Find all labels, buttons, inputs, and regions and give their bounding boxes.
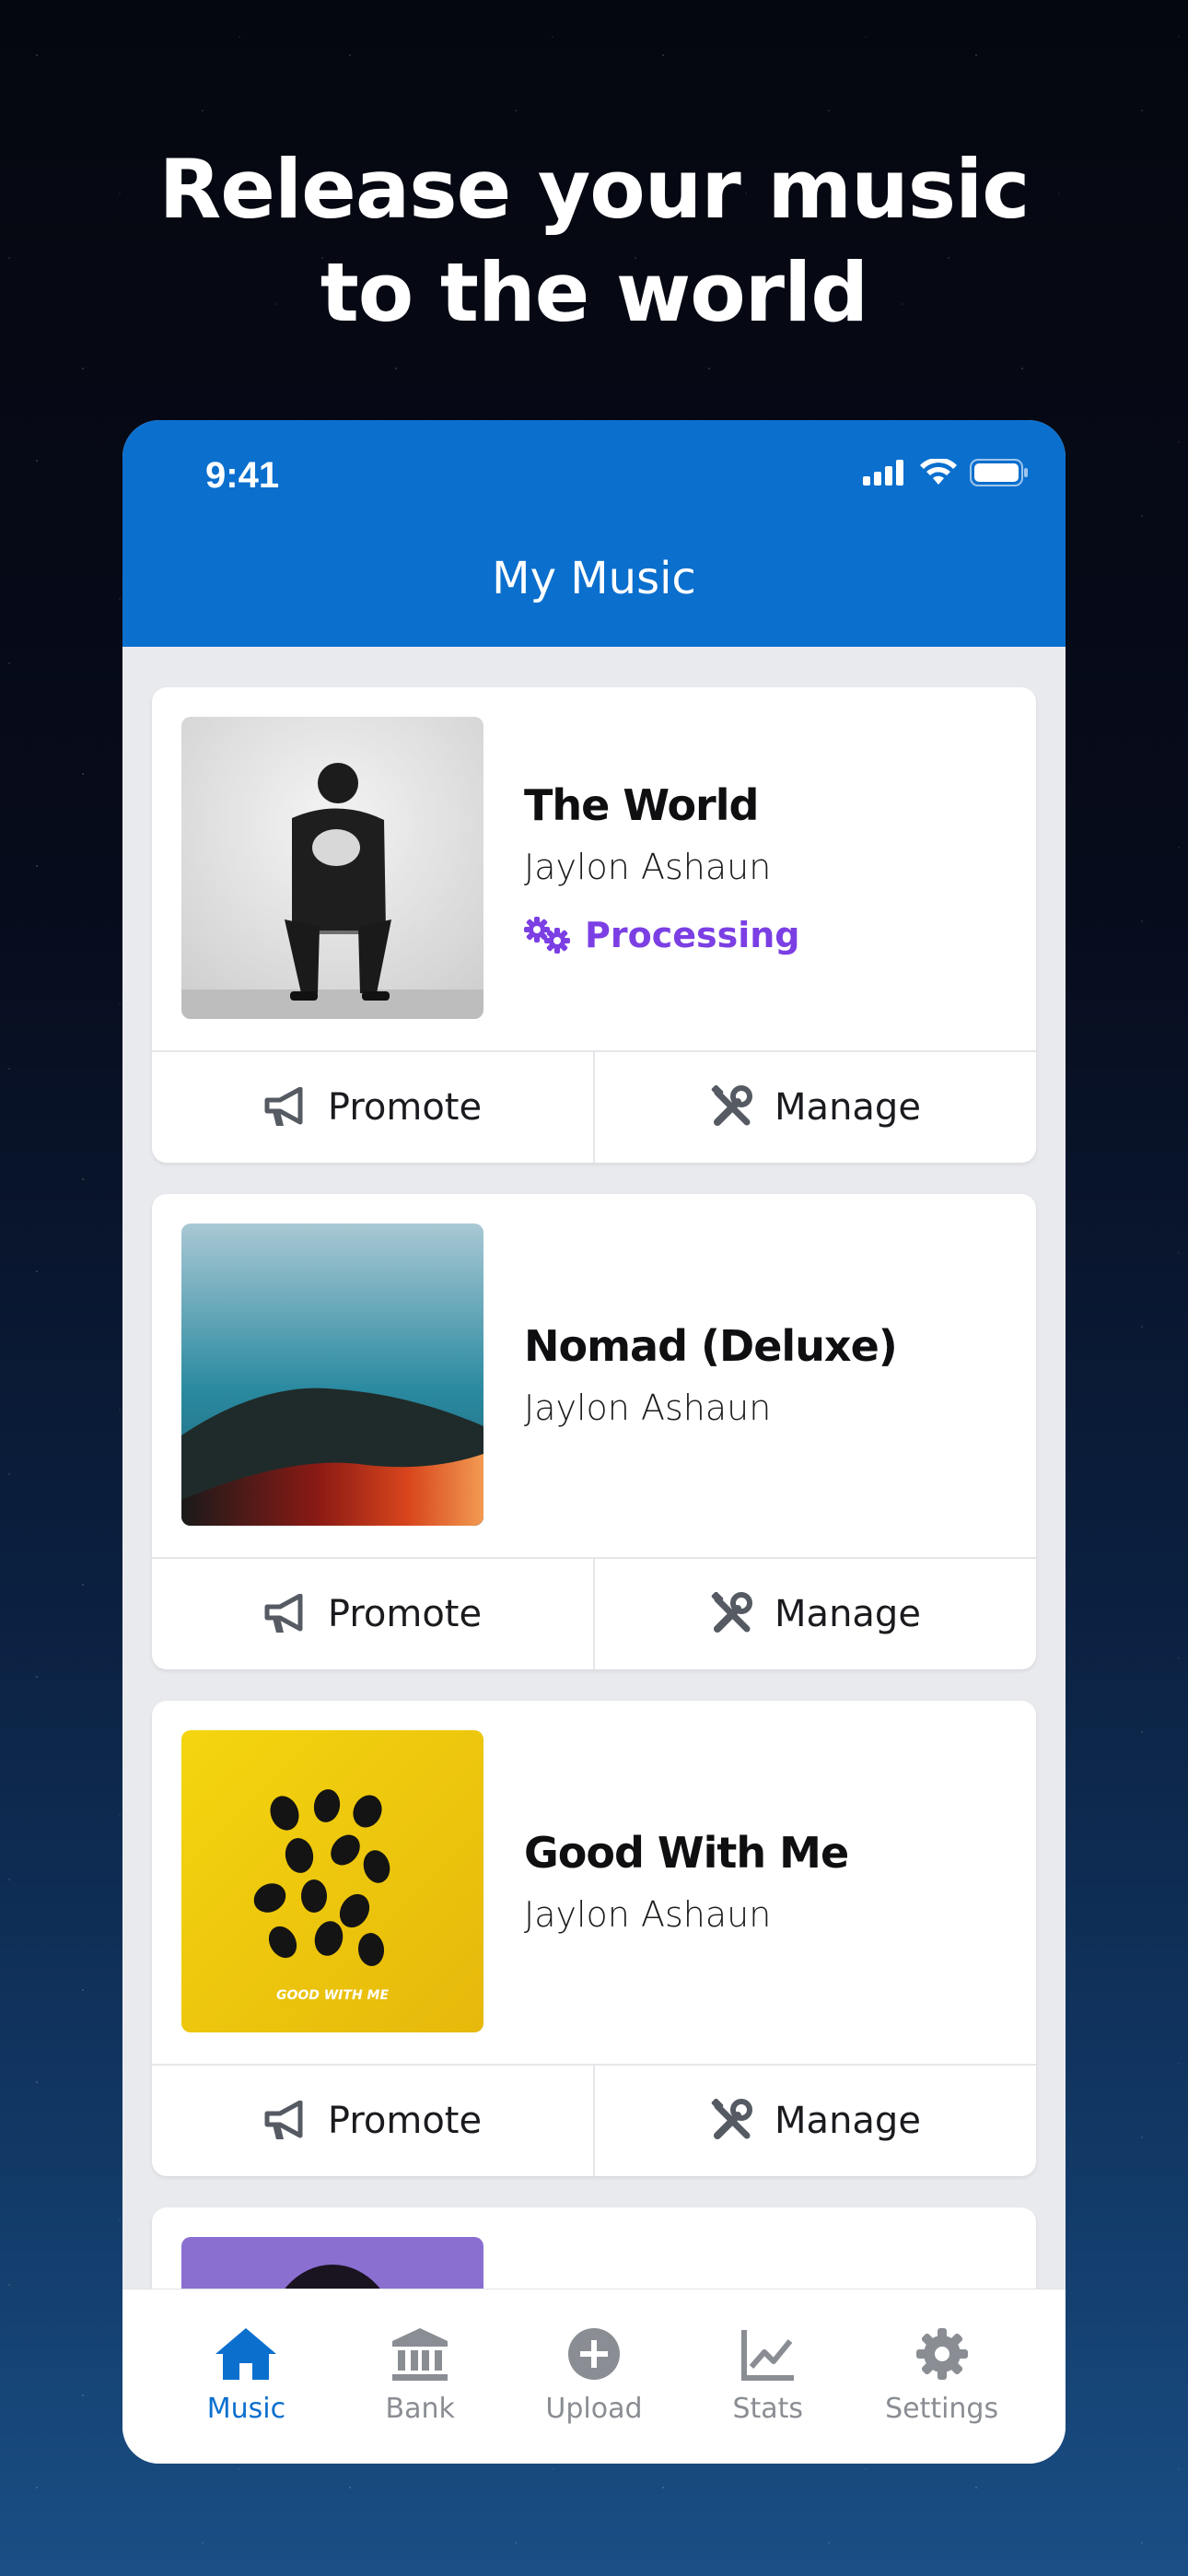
wifi-icon bbox=[920, 459, 957, 485]
cover-text: GOOD WITH ME bbox=[276, 1988, 390, 2003]
page-title: My Music bbox=[492, 553, 696, 604]
tab-upload[interactable]: Upload bbox=[507, 2289, 681, 2464]
megaphone-icon bbox=[264, 1087, 303, 1126]
release-card[interactable]: Nomad (Deluxe) Jaylon Ashaun Promote Man… bbox=[152, 1194, 1036, 1669]
album-cover[interactable] bbox=[181, 717, 483, 1019]
tab-label: Settings bbox=[885, 2393, 999, 2425]
release-title: Good With Me bbox=[524, 1828, 849, 1878]
tools-icon bbox=[711, 1592, 753, 1633]
release-artist: Jaylon Ashaun bbox=[524, 1388, 772, 1428]
tab-label: Music bbox=[206, 2393, 286, 2425]
battery-icon bbox=[970, 459, 1028, 486]
release-info: Nomad (Deluxe) Jaylon Ashaun bbox=[524, 1194, 898, 1555]
tab-music[interactable]: Music bbox=[159, 2289, 333, 2464]
promote-button[interactable]: Promote bbox=[152, 2066, 593, 2176]
signal-icon bbox=[863, 460, 903, 486]
release-title: Nomad (Deluxe) bbox=[524, 1321, 898, 1371]
processing-status: Processing bbox=[524, 915, 800, 955]
manage-button[interactable]: Manage bbox=[593, 1559, 1036, 1669]
headline-line-2: to the world bbox=[320, 245, 869, 340]
release-info: Good With Me Jaylon Ashaun bbox=[524, 1701, 849, 2062]
card-actions: Promote Manage bbox=[152, 1050, 1036, 1163]
megaphone-icon bbox=[264, 1594, 303, 1633]
release-artist: Jaylon Ashaun bbox=[524, 847, 772, 887]
promote-label: Promote bbox=[327, 2100, 483, 2142]
gear-icon bbox=[915, 2328, 968, 2380]
card-actions: Promote Manage bbox=[152, 1557, 1036, 1669]
release-list[interactable]: The World Jaylon Ashaun Processing Promo… bbox=[152, 687, 1036, 2386]
release-card[interactable]: The World Jaylon Ashaun Processing Promo… bbox=[152, 687, 1036, 1163]
tab-label: Upload bbox=[545, 2393, 643, 2425]
gears-icon bbox=[524, 917, 570, 954]
bottom-tab-bar: Music Bank Upload Stats Settings bbox=[122, 2289, 1066, 2464]
bank-icon bbox=[392, 2328, 448, 2381]
promote-button[interactable]: Promote bbox=[152, 1052, 593, 1163]
release-title: The World bbox=[524, 780, 759, 830]
status-icons bbox=[863, 459, 1029, 486]
release-info: The World Jaylon Ashaun Processing bbox=[524, 687, 800, 1048]
tab-label: Stats bbox=[732, 2393, 804, 2425]
tools-icon bbox=[711, 2099, 753, 2139]
status-time: 9:41 bbox=[205, 455, 280, 496]
plus-circle-icon bbox=[567, 2328, 620, 2380]
chart-icon bbox=[740, 2330, 794, 2381]
manage-button[interactable]: Manage bbox=[593, 2066, 1036, 2176]
release-artist: Jaylon Ashaun bbox=[524, 1894, 772, 1935]
headline-line-1: Release your music bbox=[158, 142, 1031, 237]
tab-settings[interactable]: Settings bbox=[855, 2289, 1029, 2464]
promote-button[interactable]: Promote bbox=[152, 1559, 593, 1669]
manage-label: Manage bbox=[775, 1086, 921, 1129]
tab-bank[interactable]: Bank bbox=[333, 2289, 507, 2464]
marketing-headline: Release your music to the world bbox=[0, 138, 1188, 345]
tab-stats[interactable]: Stats bbox=[681, 2289, 855, 2464]
album-cover[interactable]: GOOD WITH ME bbox=[181, 1730, 483, 2032]
app-header: 9:41 My Music bbox=[122, 420, 1066, 647]
megaphone-icon bbox=[264, 2101, 303, 2139]
status-label: Processing bbox=[585, 915, 800, 955]
manage-label: Manage bbox=[775, 1593, 921, 1635]
promote-label: Promote bbox=[327, 1593, 483, 1635]
manage-label: Manage bbox=[775, 2100, 921, 2142]
phone-screen: 9:41 My Music The World Jaylon Ashaun Pr… bbox=[122, 420, 1066, 2464]
tab-label: Bank bbox=[385, 2393, 455, 2425]
card-actions: Promote Manage bbox=[152, 2064, 1036, 2176]
promote-label: Promote bbox=[327, 1086, 483, 1129]
album-cover[interactable] bbox=[181, 1224, 483, 1526]
tools-icon bbox=[711, 1085, 753, 1126]
home-icon bbox=[215, 2328, 277, 2380]
release-card[interactable]: GOOD WITH ME Good With Me Jaylon Ashaun … bbox=[152, 1701, 1036, 2176]
manage-button[interactable]: Manage bbox=[593, 1052, 1036, 1163]
